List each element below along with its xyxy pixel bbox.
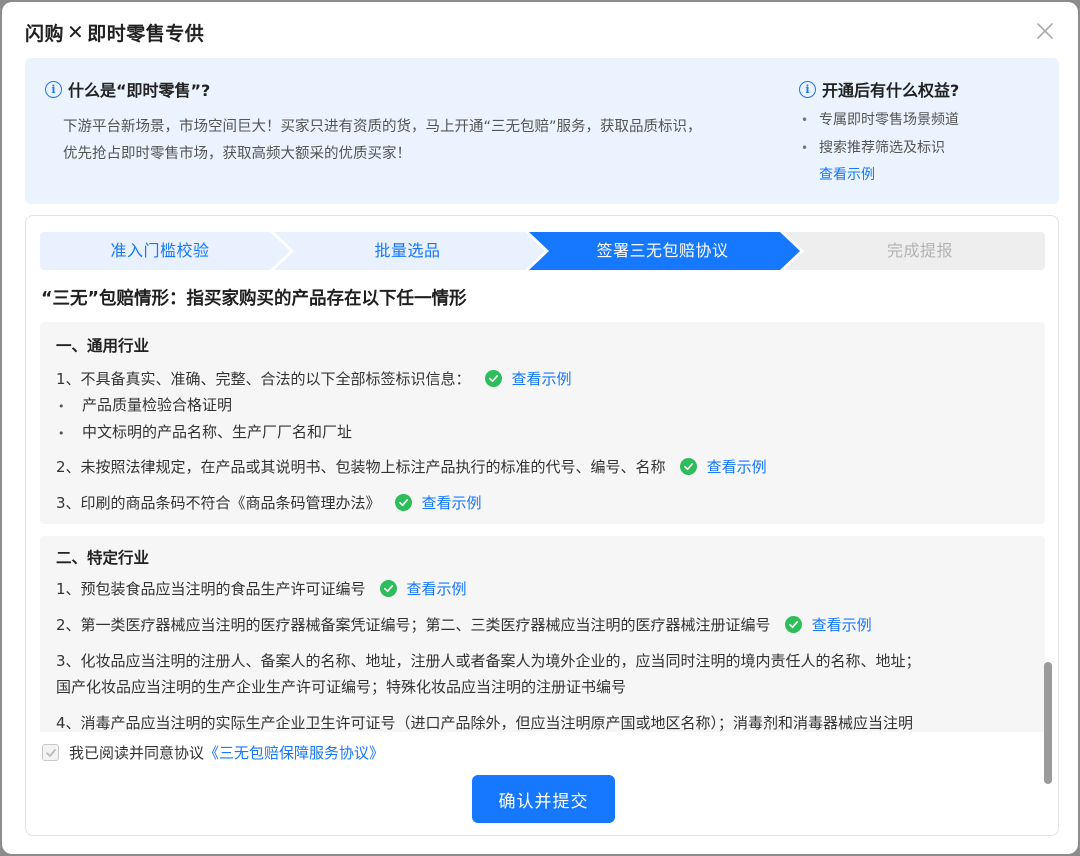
dialog-title: 闪购 ✕ 即时零售专供 [25, 18, 204, 46]
general-item-1: 1、不具备真实、准确、完整、合法的以下全部标签标识信息： 查看示例 [56, 368, 572, 389]
bullet-dot-icon: • [801, 141, 809, 155]
agreement-panel: 准入门槛校验 批量选品 签署三无包赔协议 完成提报 “三无”包赔情形：指买家购买… [25, 215, 1059, 836]
step-2: 批量选品 [374, 241, 441, 260]
benefit-item-label: 搜索推荐筛选及标识 [819, 140, 945, 156]
specific-item-4: 4、消毒产品应当注明的实际生产企业卫生许可证号（进口产品除外，但应当注明原产国或… [56, 712, 913, 732]
banner-right-title-text: 开通后有什么权益? [822, 81, 960, 100]
info-icon: i [799, 80, 816, 98]
info-icon: i [45, 80, 62, 98]
bullet-dot-icon: • [801, 113, 809, 127]
specific-item-4-text: 4、消毒产品应当注明的实际生产企业卫生许可证号（进口产品除外，但应当注明原产国或… [56, 714, 914, 732]
banner-description-line-1: 下游平台新场景，市场空间巨大！买家只进有资质的货，马上开通“三无包赔”服务，获取… [63, 119, 702, 135]
check-circle-icon [379, 580, 397, 597]
banner-description-line-2: 优先抢占即时零售市场，获取高频大额采的优质买家！ [63, 146, 411, 162]
banner-right-heading: i 开通后有什么权益? [799, 77, 959, 101]
check-circle-icon [394, 494, 412, 511]
specific-item-1-example-link[interactable]: 查看示例 [407, 578, 467, 599]
banner-left-title-text: 什么是“即时零售”? [68, 81, 211, 100]
benefit-item: • 搜索推荐筛选及标识 [801, 134, 959, 162]
general-bullet-1-text: 产品质量检验合格证明 [82, 396, 233, 414]
checkmark-icon [45, 748, 56, 757]
dialog-title-text: 即时零售专供 [87, 22, 205, 45]
specific-item-3-line-1: 3、化妆品应当注明的注册人、备案人的名称、地址，注册人或者备案人为境外企业的，应… [56, 650, 921, 671]
specific-item-3-line-2: 国产化妆品应当注明的生产企业生产许可证编号；特殊化妆品应当注明的注册证书编号 [56, 676, 626, 697]
section-heading: “三无”包赔情形：指买家购买的产品存在以下任一情形 [41, 289, 467, 309]
specific-item-3-text-b: 国产化妆品应当注明的生产企业生产许可证编号；特殊化妆品应当注明的注册证书编号 [56, 678, 627, 696]
agree-checkbox[interactable] [42, 744, 59, 761]
confirm-submit-button[interactable]: 确认并提交 [472, 775, 615, 823]
check-circle-icon [679, 458, 697, 475]
banner-left-heading: i 什么是“即时零售”? [45, 77, 210, 101]
dialog: 闪购 ✕ 即时零售专供 i 什么是“即时零售”? 下游平台新场景，市场空间巨大！… [2, 2, 1078, 854]
step-4: 完成提报 [886, 241, 953, 260]
specific-item-2-text: 2、第一类医疗器械应当注明的医疗器械备案凭证编号；第二、三类医疗器械应当注明的医… [56, 616, 771, 634]
specific-industry-box: 二、特定行业 1、预包装食品应当注明的食品生产许可证编号 查看示例 2、第一类医… [40, 536, 1045, 732]
bullet-dot-icon: • [58, 400, 65, 413]
banner-description: 下游平台新场景，市场空间巨大！买家只进有资质的货，马上开通“三无包赔”服务，获取… [63, 114, 783, 168]
specific-item-1: 1、预包装食品应当注明的食品生产许可证编号 查看示例 [56, 578, 467, 599]
info-banner: i 什么是“即时零售”? 下游平台新场景，市场空间巨大！买家只进有资质的货，马上… [25, 58, 1059, 204]
dialog-title-brand: 闪购 [25, 22, 65, 45]
general-industry-box: 一、通用行业 1、不具备真实、准确、完整、合法的以下全部标签标识信息： 查看示例… [40, 322, 1045, 524]
general-item-3: 3、印刷的商品条码不符合《商品条码管理办法》 查看示例 [56, 492, 482, 513]
specific-item-2: 2、第一类医疗器械应当注明的医疗器械备案凭证编号；第二、三类医疗器械应当注明的医… [56, 614, 872, 635]
general-bullet-2-text: 中文标明的产品名称、生产厂厂名和厂址 [82, 423, 353, 441]
close-button[interactable] [1034, 20, 1056, 42]
vertical-scrollbar[interactable] [1044, 662, 1052, 784]
agree-label: 我已阅读并同意协议《三无包赔保障服务协议》 [69, 742, 384, 763]
agreement-row: 我已阅读并同意协议《三无包赔保障服务协议》 [42, 742, 384, 763]
benefits-list: • 专属即时零售场景频道 • 搜索推荐筛选及标识 [801, 106, 959, 162]
dialog-title-cross: ✕ [67, 20, 85, 44]
terms-scroll-area[interactable]: 一、通用行业 1、不具备真实、准确、完整、合法的以下全部标签标识信息： 查看示例… [40, 318, 1045, 732]
close-icon [1037, 23, 1053, 39]
check-circle-icon [784, 616, 802, 633]
agreement-link[interactable]: 《三无包赔保障服务协议》 [204, 744, 384, 762]
specific-industry-title: 二、特定行业 [56, 549, 150, 567]
benefit-item: • 专属即时零售场景频道 [801, 106, 959, 134]
bullet-dot-icon: • [58, 427, 65, 440]
general-item-2: 2、未按照法律规定，在产品或其说明书、包装物上标注产品执行的标准的代号、编号、名… [56, 456, 767, 477]
general-item-1-example-link[interactable]: 查看示例 [512, 368, 572, 389]
agree-label-text: 我已阅读并同意协议 [69, 744, 205, 762]
benefit-item-label: 专属即时零售场景频道 [819, 112, 959, 128]
specific-item-3-text-a: 3、化妆品应当注明的注册人、备案人的名称、地址，注册人或者备案人为境外企业的，应… [56, 652, 921, 670]
general-bullet-2: • 中文标明的产品名称、生产厂厂名和厂址 [58, 421, 352, 442]
general-item-3-example-link[interactable]: 查看示例 [422, 492, 482, 513]
general-item-2-example-link[interactable]: 查看示例 [707, 456, 767, 477]
general-item-2-text: 2、未按照法律规定，在产品或其说明书、包装物上标注产品执行的标准的代号、编号、名… [56, 458, 666, 476]
general-item-1-text: 1、不具备真实、准确、完整、合法的以下全部标签标识信息： [56, 370, 471, 388]
check-circle-icon [484, 370, 502, 387]
step-3-active: 签署三无包赔协议 [596, 241, 729, 260]
general-industry-title: 一、通用行业 [56, 337, 150, 355]
progress-steps: 准入门槛校验 批量选品 签署三无包赔协议 完成提报 [40, 232, 1045, 270]
specific-item-1-text: 1、预包装食品应当注明的食品生产许可证编号 [56, 580, 366, 598]
step-1: 准入门槛校验 [110, 241, 210, 260]
benefits-view-example-link[interactable]: 查看示例 [819, 164, 875, 186]
general-bullet-1: • 产品质量检验合格证明 [58, 394, 232, 415]
general-item-3-text: 3、印刷的商品条码不符合《商品条码管理办法》 [56, 494, 381, 512]
specific-item-2-example-link[interactable]: 查看示例 [812, 614, 872, 635]
